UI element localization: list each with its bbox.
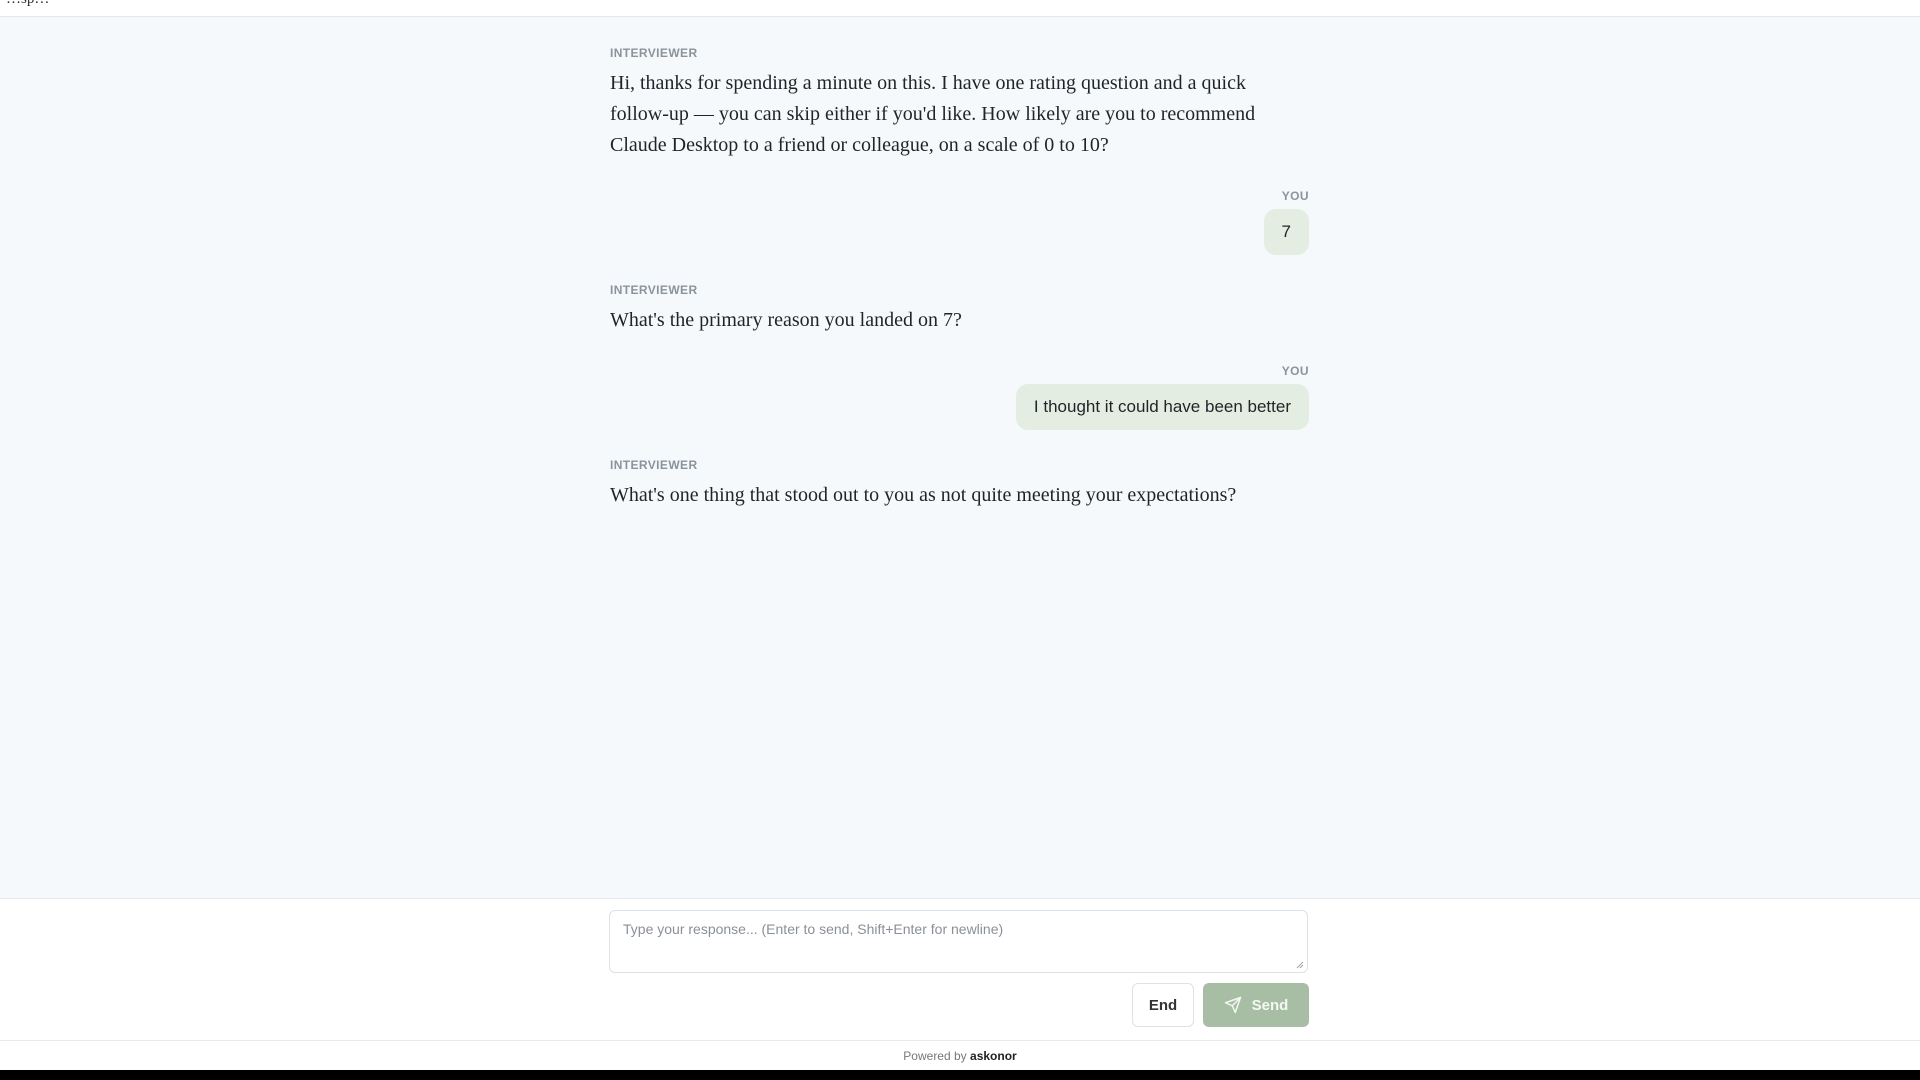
interviewer-message: INTERVIEWER What's one thing that stood …: [610, 458, 1309, 511]
interviewer-message-text: What's the primary reason you landed on …: [610, 309, 962, 331]
top-bar-title: …sp…: [6, 0, 49, 8]
footer-brand[interactable]: askonor: [970, 1049, 1017, 1063]
interviewer-label: INTERVIEWER: [610, 458, 698, 472]
interviewer-message: INTERVIEWER Hi, thanks for spending a mi…: [610, 46, 1309, 161]
response-composer: End Send: [0, 898, 1920, 1041]
interviewer-message: INTERVIEWER What's the primary reason yo…: [610, 283, 1309, 336]
user-message: YOU 7: [610, 189, 1309, 255]
send-button[interactable]: Send: [1203, 983, 1309, 1027]
send-button-label: Send: [1251, 996, 1289, 1014]
user-message-bubble: I thought it could have been better: [1015, 384, 1309, 430]
resize-handle-icon[interactable]: [1296, 961, 1304, 969]
response-input-box: [609, 910, 1308, 973]
end-button[interactable]: End: [1132, 983, 1194, 1027]
survey-app: …sp… INTERVIEWER Hi, thanks for spending…: [0, 0, 1920, 1070]
footer: Powered by askonor: [0, 1040, 1920, 1070]
user-label: YOU: [1281, 364, 1309, 378]
user-message: YOU I thought it could have been better: [610, 364, 1309, 430]
interviewer-message-text: Hi, thanks for spending a minute on this…: [610, 72, 1256, 156]
user-message-bubble: 7: [1263, 209, 1309, 255]
conversation: INTERVIEWER Hi, thanks for spending a mi…: [610, 46, 1309, 539]
top-bar: …sp…: [0, 0, 1920, 17]
footer-prefix: Powered by: [903, 1049, 967, 1063]
user-label: YOU: [1281, 189, 1309, 203]
response-input[interactable]: [610, 911, 1307, 972]
paper-plane-icon: [1224, 996, 1242, 1014]
interviewer-label: INTERVIEWER: [610, 46, 698, 60]
interviewer-message-text: What's one thing that stood out to you a…: [610, 484, 1237, 506]
interviewer-label: INTERVIEWER: [610, 283, 698, 297]
